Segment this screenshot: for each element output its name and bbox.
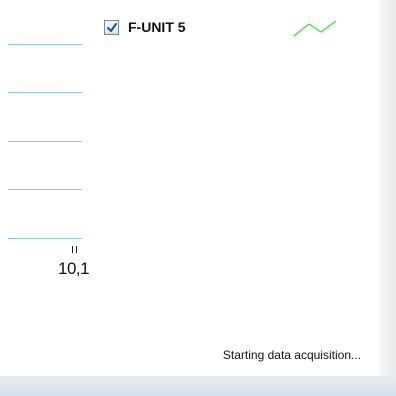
grid-line [8,238,82,239]
series-visibility-checkbox[interactable] [104,20,119,35]
grid-line [8,189,82,190]
window-edge-shadow [376,0,396,380]
grid-line [8,92,82,93]
legend-series-line-swatch [293,20,337,37]
window-bottom-border [0,376,396,396]
chart-plot-area: 10,1 [0,0,100,300]
legend-series-label: F-UNIT 5 [128,19,186,35]
x-axis-tick [76,246,77,253]
x-axis-tick-label: 10,1 [58,259,90,278]
grid-line [8,141,82,142]
checkmark-icon [107,23,117,32]
x-axis-tick [72,246,73,253]
grid-line [8,44,82,45]
status-message: Starting data acquisition... [222,348,361,362]
app-window: 10,1 F-UNIT 5 Starting data acquisition.… [0,0,396,396]
chart-legend: F-UNIT 5 [104,18,354,42]
